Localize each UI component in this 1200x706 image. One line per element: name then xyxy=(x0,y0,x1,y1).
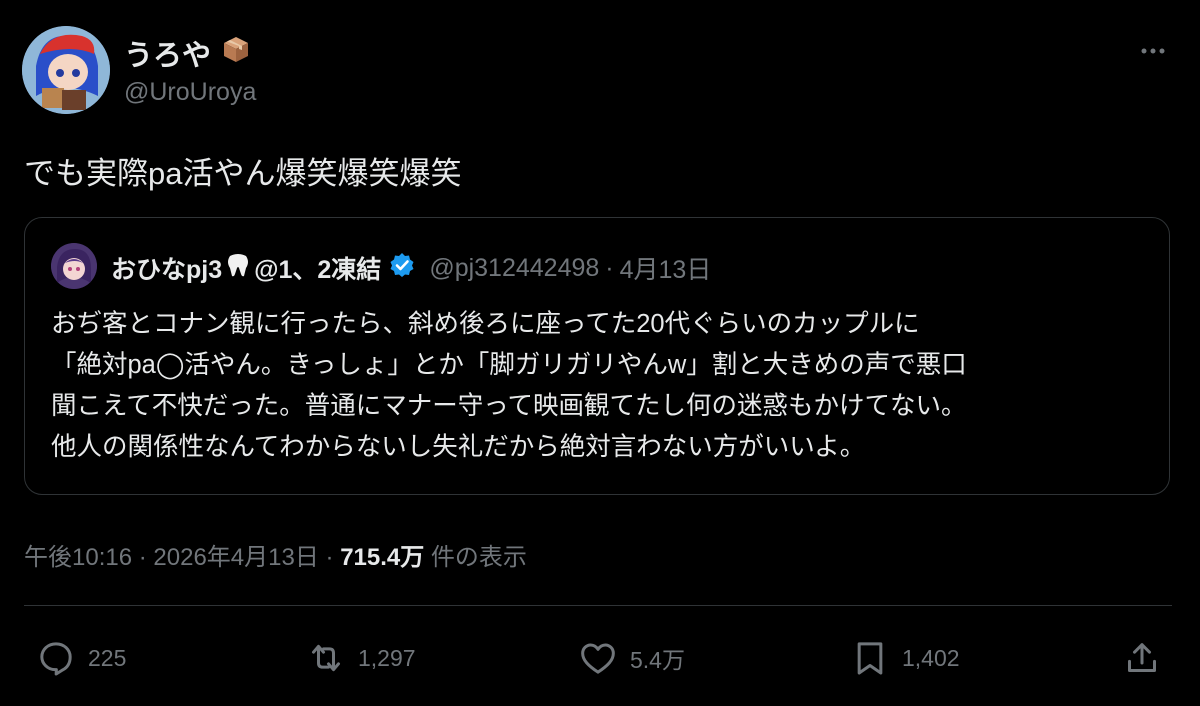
repost-button[interactable]: 1,297 xyxy=(306,638,416,678)
quoted-tweet-card[interactable]: おひなpj3 @1、2凍結 @pj312442498 · 4月13日 おぢ客とコ… xyxy=(24,217,1170,495)
quoted-author-avatar[interactable] xyxy=(51,243,97,289)
author-avatar[interactable] xyxy=(22,26,110,114)
bookmark-icon xyxy=(857,642,883,675)
divider xyxy=(24,605,1172,606)
quoted-line: 聞こえて不快だった。普通にマナー守って映画観てたし何の迷惑もかけてない。 xyxy=(51,392,967,420)
reply-count: 225 xyxy=(88,644,127,671)
quoted-header: おひなpj3 @1、2凍結 @pj312442498 · 4月13日 xyxy=(111,250,711,286)
view-count: 715.4万 xyxy=(340,544,425,571)
reply-button[interactable]: 225 xyxy=(36,638,126,678)
quoted-body: おぢ客とコナン観に行ったら、斜め後ろに座ってた20代ぐらいのカップルに 「絶対p… xyxy=(51,304,1151,468)
author-display-name[interactable]: うろや xyxy=(124,32,251,74)
bookmark-count: 1,402 xyxy=(902,644,960,671)
reply-icon xyxy=(40,642,72,676)
tweet-date[interactable]: 2026年4月13日 xyxy=(153,544,318,571)
verified-badge-icon xyxy=(389,252,415,285)
repost-icon xyxy=(312,644,340,672)
like-count: 5.4万 xyxy=(630,647,685,673)
repost-count: 1,297 xyxy=(358,644,416,671)
tooth-emoji-icon xyxy=(226,252,250,285)
quoted-line: 「絶対pa◯活やん。きっしょ」とか「脚ガリガリやんw」割と大きめの声で悪口 xyxy=(51,351,967,379)
view-count-label: 件の表示 xyxy=(430,544,527,571)
meta-separator: · xyxy=(138,544,147,571)
share-icon xyxy=(1128,643,1156,672)
quoted-line: おぢ客とコナン観に行ったら、斜め後ろに座ってた20代ぐらいのカップルに xyxy=(51,310,920,338)
share-button[interactable] xyxy=(1122,638,1162,678)
quoted-author-handle[interactable]: @pj312442498 xyxy=(429,254,599,283)
tweet-meta: 午後10:16 · 2026年4月13日 · 715.4万 件の表示 xyxy=(24,537,527,572)
heart-icon xyxy=(581,643,615,674)
package-emoji-icon xyxy=(221,34,251,72)
meta-separator: · xyxy=(325,544,334,571)
more-options-icon[interactable] xyxy=(1138,36,1168,66)
quoted-separator: · xyxy=(605,253,614,282)
quoted-author-name-suffix[interactable]: @1、2凍結 xyxy=(254,250,381,286)
like-button[interactable]: 5.4万 xyxy=(578,638,685,678)
quoted-author-name[interactable]: おひなpj3 xyxy=(111,250,222,286)
tweet-time[interactable]: 午後10:16 xyxy=(24,544,132,571)
author-handle[interactable]: @UroUroya xyxy=(124,78,256,107)
tweet-text: でも実際pa活やん爆笑爆笑爆笑 xyxy=(24,156,462,191)
author-name-text: うろや xyxy=(124,40,212,72)
bookmark-button[interactable]: 1,402 xyxy=(850,638,960,678)
quoted-line: 他人の関係性なんてわからないし失礼だから絶対言わない方がいいよ。 xyxy=(51,433,866,461)
quoted-date[interactable]: 4月13日 xyxy=(620,250,712,286)
